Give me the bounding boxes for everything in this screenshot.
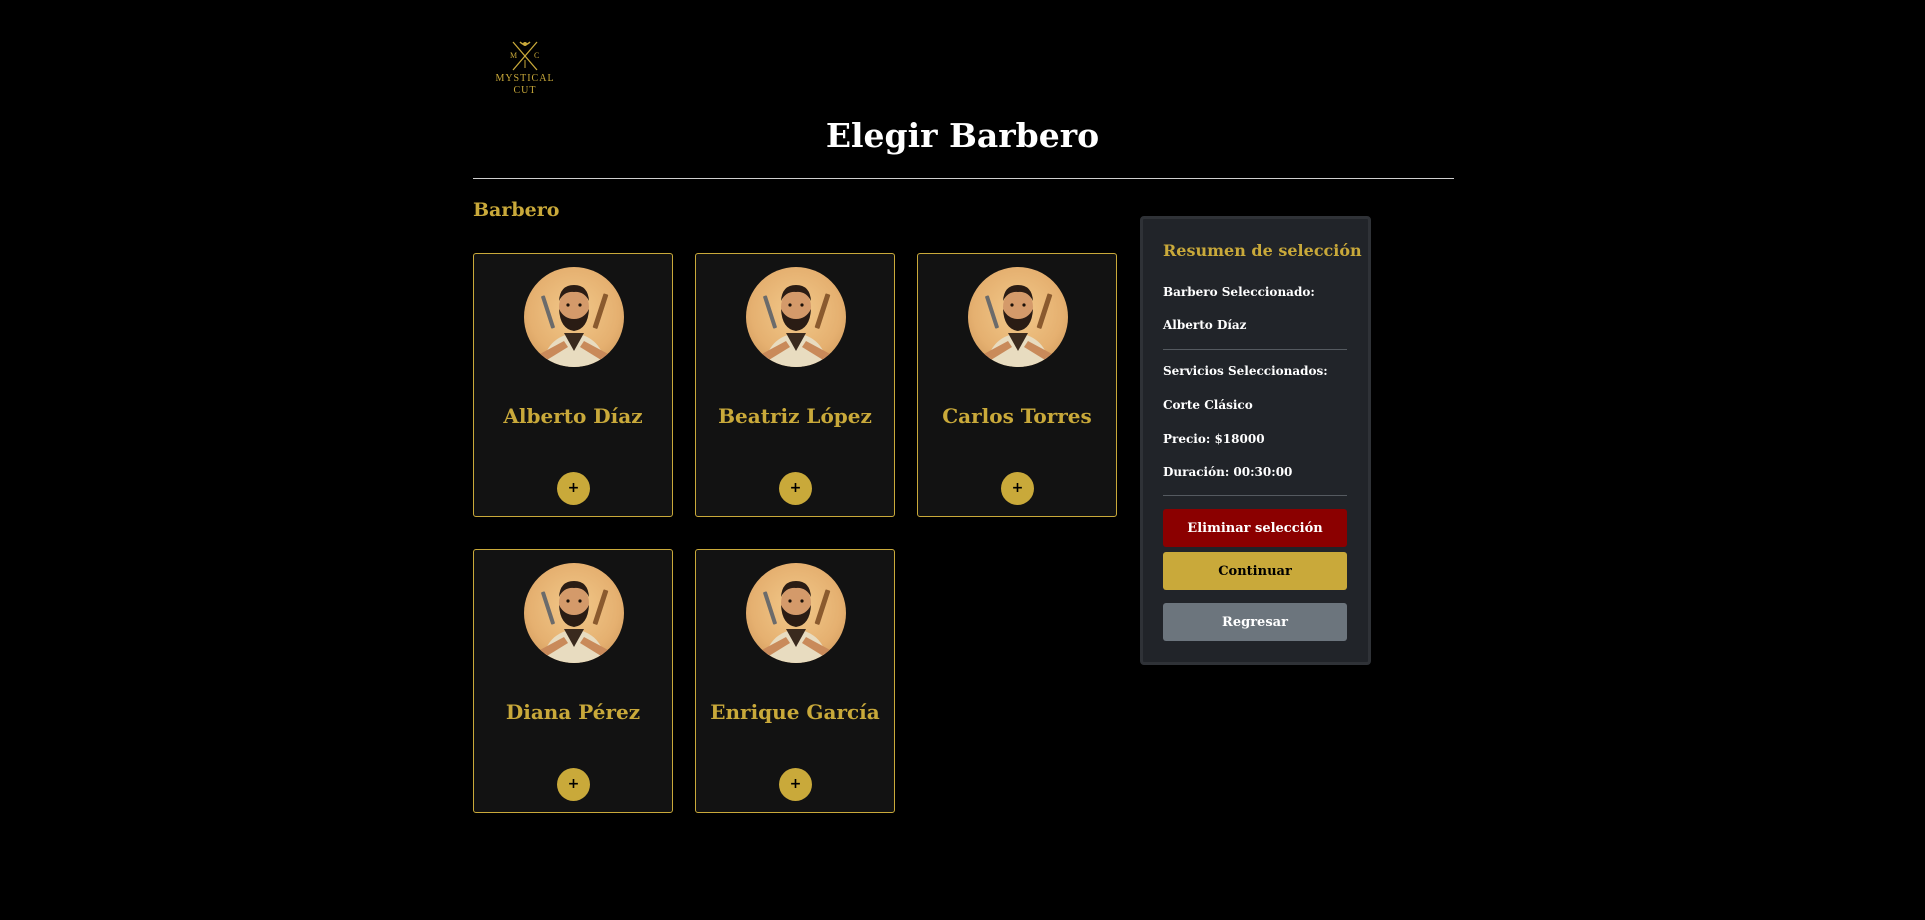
delete-selection-button[interactable]: Eliminar selección xyxy=(1163,509,1347,547)
continue-button[interactable]: Continuar xyxy=(1163,552,1347,590)
barber-avatar xyxy=(524,267,624,367)
title-divider xyxy=(473,178,1454,179)
selected-service-duration: Duración: 00:30:00 xyxy=(1163,465,1293,479)
barber-portrait-icon xyxy=(982,285,1054,367)
barber-card[interactable]: Enrique García + xyxy=(695,549,895,813)
barber-portrait-icon xyxy=(760,285,832,367)
selected-barber-heading: Barbero Seleccionado: xyxy=(1163,285,1315,299)
selected-service-price: Precio: $18000 xyxy=(1163,432,1265,446)
summary-divider xyxy=(1163,349,1347,350)
summary-title: Resumen de selección xyxy=(1163,241,1362,260)
barber-portrait-icon xyxy=(760,581,832,663)
barber-avatar xyxy=(746,267,846,367)
barber-portrait-icon xyxy=(538,285,610,367)
back-button[interactable]: Regresar xyxy=(1163,603,1347,641)
selected-barber-value: Alberto Díaz xyxy=(1163,318,1247,332)
add-barber-button[interactable]: + xyxy=(557,768,590,801)
svg-text:M: M xyxy=(510,51,517,60)
barber-name: Diana Pérez xyxy=(505,700,641,724)
brand-logo[interactable]: M C MYSTICAL CUT xyxy=(490,38,560,96)
barber-card[interactable]: Beatriz López + xyxy=(695,253,895,517)
add-barber-button[interactable]: + xyxy=(779,768,812,801)
barber-card[interactable]: Alberto Díaz + xyxy=(473,253,673,517)
barber-name: Enrique García xyxy=(710,700,880,724)
add-barber-button[interactable]: + xyxy=(779,472,812,505)
svg-text:C: C xyxy=(534,51,539,60)
barber-avatar xyxy=(524,563,624,663)
crossed-tools-icon: M C xyxy=(510,41,539,71)
barber-avatar xyxy=(746,563,846,663)
selected-services-heading: Servicios Seleccionados: xyxy=(1163,364,1328,378)
barber-avatar xyxy=(968,267,1068,367)
barber-portrait-icon xyxy=(538,581,610,663)
summary-divider xyxy=(1163,495,1347,496)
barber-card[interactable]: Diana Pérez + xyxy=(473,549,673,813)
logo-text-line1: MYSTICAL xyxy=(495,73,555,84)
add-barber-button[interactable]: + xyxy=(557,472,590,505)
selection-summary-panel: Resumen de selección Barbero Seleccionad… xyxy=(1140,216,1371,665)
selected-service-name: Corte Clásico xyxy=(1163,398,1253,412)
barber-name: Carlos Torres xyxy=(942,404,1092,428)
barber-name: Alberto Díaz xyxy=(503,404,643,428)
barber-name: Beatriz López xyxy=(718,404,872,428)
barber-card[interactable]: Carlos Torres + xyxy=(917,253,1117,517)
section-label: Barbero xyxy=(473,199,560,221)
add-barber-button[interactable]: + xyxy=(1001,472,1034,505)
logo-text-line2: CUT xyxy=(513,85,537,96)
page-title: Elegir Barbero xyxy=(825,116,1100,155)
